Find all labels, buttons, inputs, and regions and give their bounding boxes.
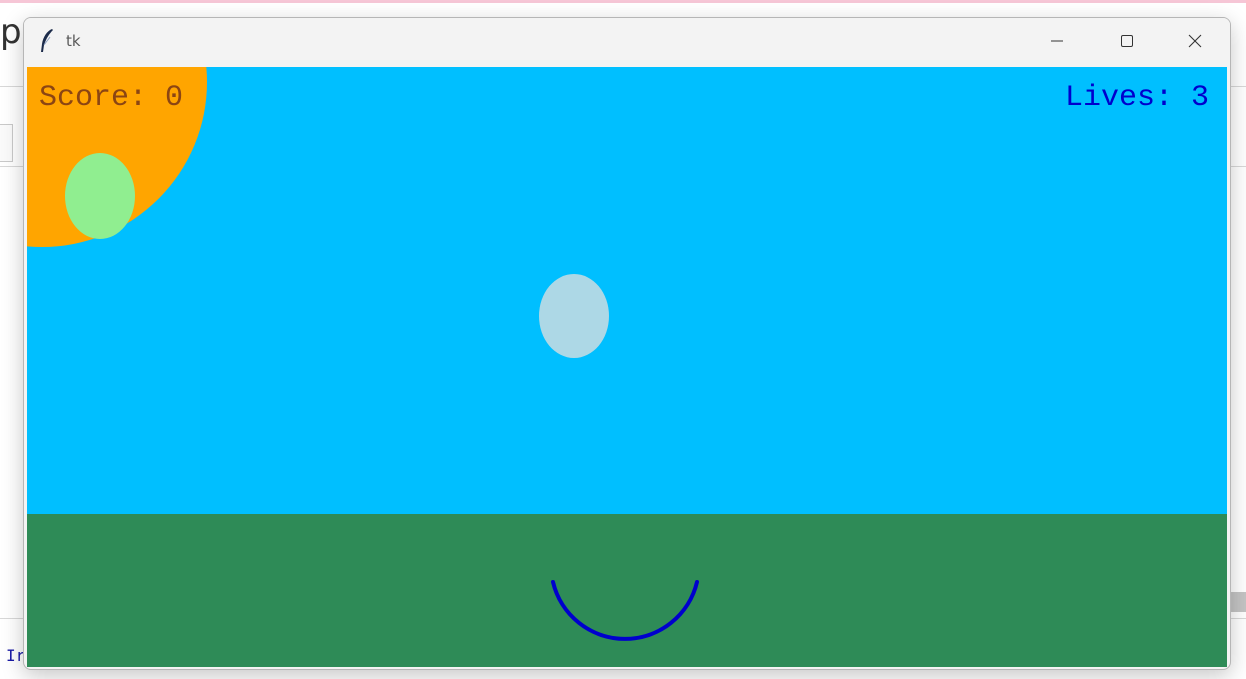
minimize-icon: [1051, 40, 1063, 42]
maximize-button[interactable]: [1092, 18, 1162, 64]
tk-window: tk Score: 0 Lives: 3: [23, 17, 1231, 670]
background-title-fragment: p: [0, 12, 22, 52]
lives-label: Lives: 3: [1064, 81, 1209, 115]
background-scrollbar-thumb[interactable]: [1230, 592, 1246, 612]
title-bar[interactable]: tk: [24, 18, 1230, 66]
window-title: tk: [66, 32, 81, 50]
score-label: Score: 0: [39, 81, 184, 115]
falling-ball-lightblue: [539, 274, 609, 358]
catcher-basket-arc: [551, 580, 699, 641]
catcher-basket[interactable]: [547, 577, 707, 667]
sky: [27, 67, 1227, 514]
background-button-fragment[interactable]: [0, 124, 13, 162]
minimize-button[interactable]: [1022, 18, 1092, 64]
maximize-icon: [1121, 35, 1133, 47]
falling-ball-green: [65, 153, 135, 239]
close-icon: [1188, 34, 1202, 48]
close-button[interactable]: [1160, 18, 1230, 64]
tk-feather-icon: [41, 29, 53, 52]
game-canvas[interactable]: Score: 0 Lives: 3: [27, 67, 1227, 667]
